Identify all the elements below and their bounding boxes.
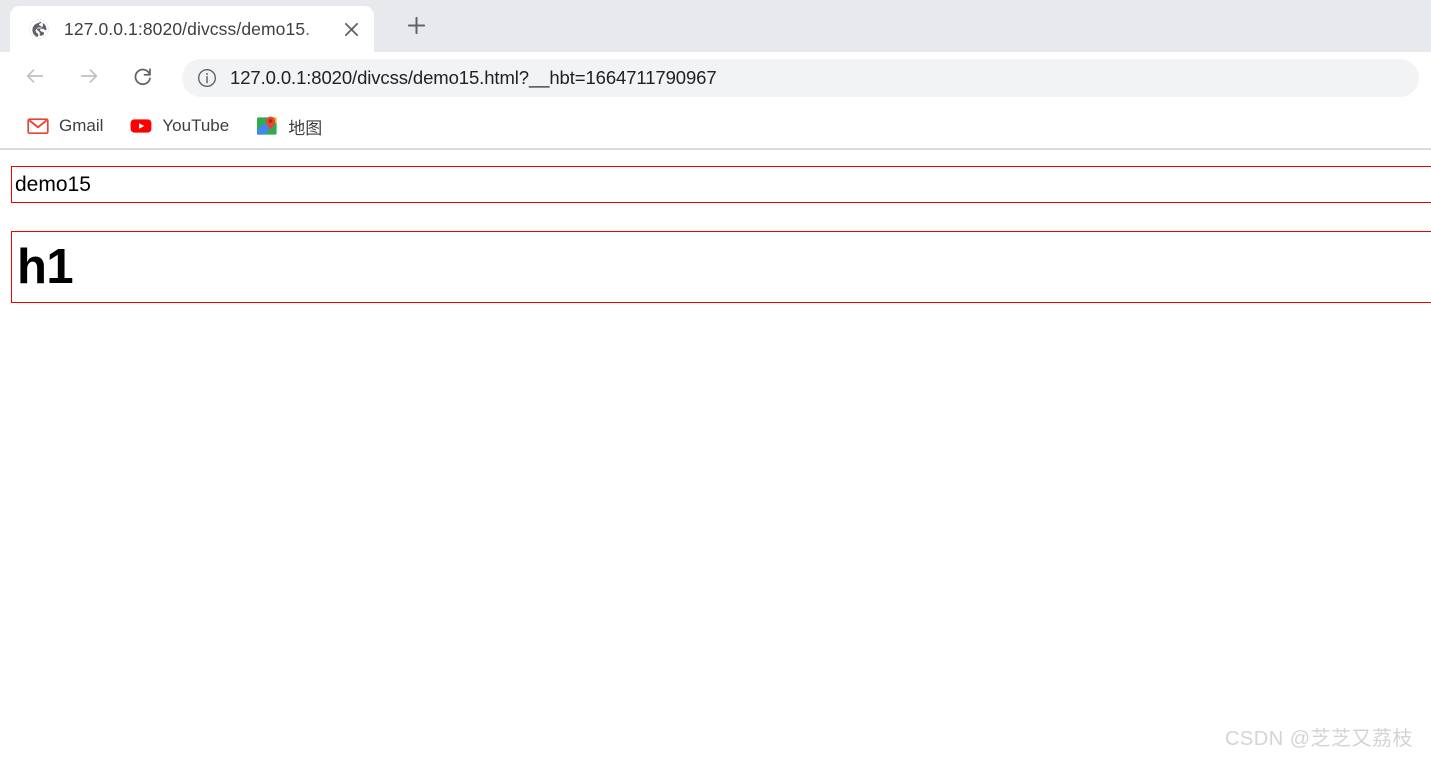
tab-strip: 127.0.0.1:8020/divcss/demo15. [0, 0, 1431, 52]
info-circle-icon[interactable] [196, 67, 218, 89]
google-maps-icon [255, 114, 279, 138]
youtube-icon [129, 114, 153, 138]
address-bar-url[interactable]: 127.0.0.1:8020/divcss/demo15.html?__hbt=… [230, 67, 717, 89]
back-arrow-icon [24, 65, 46, 92]
address-bar[interactable]: 127.0.0.1:8020/divcss/demo15.html?__hbt=… [182, 59, 1419, 97]
reload-button[interactable] [124, 59, 162, 97]
browser-window: 127.0.0.1:8020/divcss/demo15. 127.0.0.1:… [0, 0, 1431, 765]
forward-arrow-icon [78, 65, 100, 92]
gmail-icon [26, 114, 50, 138]
bookmark-youtube[interactable]: YouTube [119, 110, 239, 142]
back-button[interactable] [16, 59, 54, 97]
bookmark-label: YouTube [162, 116, 230, 135]
new-tab-button[interactable] [396, 8, 436, 48]
browser-toolbar: 127.0.0.1:8020/divcss/demo15.html?__hbt=… [0, 52, 1431, 104]
paragraph-block: demo15 [11, 166, 1431, 203]
heading-text: h1 [17, 239, 74, 294]
close-icon[interactable] [338, 16, 364, 42]
globe-icon [28, 18, 50, 40]
bookmarks-bar: Gmail YouTube 地图 [0, 104, 1431, 150]
bookmark-gmail[interactable]: Gmail [16, 110, 113, 142]
bookmark-label: Gmail [59, 116, 104, 135]
page-viewport: demo15 h1 CSDN @芝芝又荔枝 [0, 150, 1431, 763]
bookmark-maps[interactable]: 地图 [245, 110, 332, 142]
tab-title: 127.0.0.1:8020/divcss/demo15. [64, 18, 311, 39]
browser-tab[interactable]: 127.0.0.1:8020/divcss/demo15. [10, 6, 374, 52]
csdn-watermark: CSDN @芝芝又荔枝 [1224, 728, 1413, 750]
paragraph-text: demo15 [15, 173, 91, 196]
plus-icon [407, 16, 426, 40]
bookmark-label: 地图 [288, 118, 323, 138]
heading-block: h1 [11, 231, 1431, 303]
forward-button[interactable] [70, 59, 108, 97]
reload-icon [132, 65, 154, 92]
